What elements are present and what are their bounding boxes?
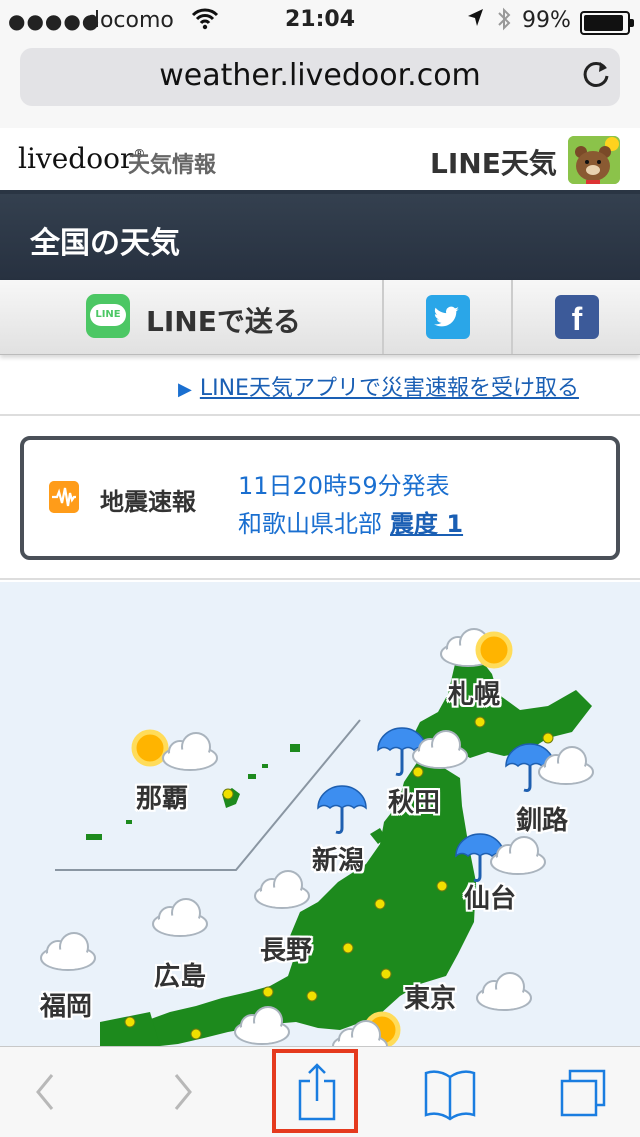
line-send-label: LINEで送る (146, 305, 301, 338)
page-title: 全国の天気 (30, 226, 180, 261)
earthquake-region: 和歌山県北部 (238, 510, 382, 538)
line-icon: LINE (86, 294, 130, 338)
city-label[interactable]: 秋田 (388, 782, 440, 819)
earthquake-wave-icon (49, 481, 79, 513)
tenki-subtitle: 天気情報 (128, 153, 217, 178)
bookmarks-icon[interactable] (420, 1047, 480, 1137)
back-icon[interactable] (20, 1047, 70, 1137)
earthquake-announced-time: 11日20時59分発表 (238, 472, 450, 500)
earthquake-intensity-link[interactable]: 震度 1 (390, 510, 463, 538)
line-tenki-logo[interactable]: LINE天気 (430, 142, 557, 182)
facebook-share-button[interactable]: f (513, 280, 640, 354)
earthquake-alert-box: 地震速報 11日20時59分発表 和歌山県北部 震度 1 (20, 436, 620, 560)
livedoor-logo-text: livedoor (18, 142, 134, 175)
city-label[interactable]: 釧路 (516, 800, 568, 837)
share-icon-highlight (272, 1049, 358, 1133)
city-label[interactable]: 長野 (260, 930, 312, 967)
city-label[interactable]: 広島 (154, 956, 206, 993)
bluetooth-icon (498, 7, 511, 31)
city-label[interactable]: 福岡 (40, 986, 92, 1023)
weather-map[interactable]: 札幌 那覇 秋田 釧路 新潟 仙台 長野 広島 福岡 東京 (0, 582, 640, 1046)
app-link-text: LINE天気アプリで災害速報を受け取る (199, 376, 579, 401)
earthquake-detail: 和歌山県北部 震度 1 (238, 504, 463, 539)
url-field[interactable]: weather.livedoor.com (20, 48, 620, 106)
brown-bear-icon[interactable] (568, 136, 620, 184)
location-arrow-icon (468, 9, 483, 26)
url-text: weather.livedoor.com (159, 58, 481, 93)
reload-icon[interactable] (576, 54, 616, 94)
play-triangle-icon: ▶ (178, 379, 192, 400)
share-bar: LINE LINEで送る f (0, 280, 640, 355)
city-label[interactable]: 那覇 (136, 778, 188, 815)
divider (0, 414, 640, 416)
browser-toolbar (0, 1046, 640, 1137)
twitter-bird-icon (434, 306, 459, 327)
site-header: livedoor® 天気情報 LINE天気 (0, 128, 640, 194)
earthquake-label: 地震速報 (100, 488, 196, 516)
divider (0, 578, 640, 580)
livedoor-logo[interactable]: livedoor® (18, 142, 145, 175)
browser-address-bar: weather.livedoor.com (0, 40, 640, 128)
city-label[interactable]: 東京 (404, 978, 456, 1015)
facebook-icon: f (555, 295, 599, 339)
status-bar: ●●●●● docomo 21:04 99% (0, 0, 640, 40)
section-header: 全国の天気 (0, 194, 640, 280)
twitter-share-button[interactable] (384, 280, 513, 354)
twitter-icon (426, 295, 470, 339)
battery-percent: 99% (522, 8, 571, 33)
line-icon-text: LINE (90, 304, 126, 326)
city-label[interactable]: 仙台 (464, 878, 516, 915)
line-send-button[interactable]: LINE LINEで送る (0, 280, 384, 354)
city-label[interactable]: 新潟 (312, 840, 364, 877)
city-label[interactable]: 札幌 (448, 674, 500, 711)
forward-icon[interactable] (158, 1047, 208, 1137)
tabs-icon[interactable] (554, 1047, 614, 1137)
app-link[interactable]: ▶ LINE天気アプリで災害速報を受け取る (178, 370, 579, 402)
battery-icon (580, 11, 634, 35)
